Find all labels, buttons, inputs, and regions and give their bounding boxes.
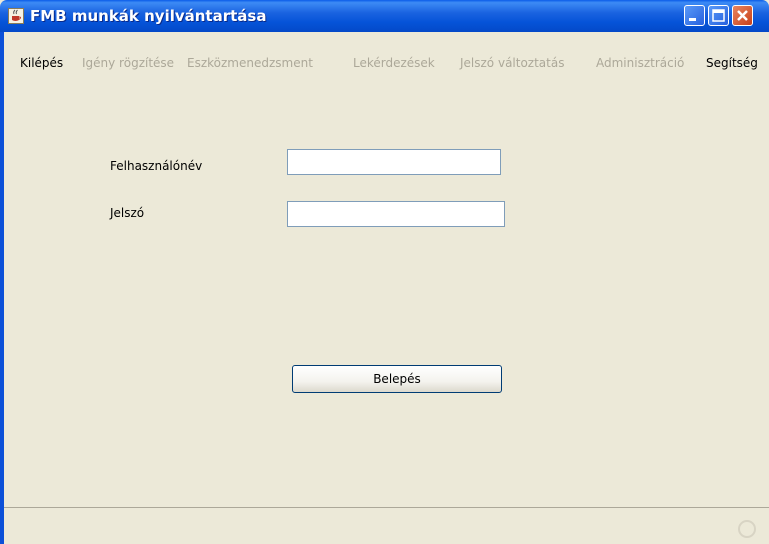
- status-bar: [4, 507, 769, 544]
- menu-igeny-rogzitese[interactable]: Igény rögzítése: [82, 56, 174, 70]
- menu-lekerdezesek[interactable]: Lekérdezések: [353, 56, 435, 70]
- close-button[interactable]: [732, 5, 753, 26]
- password-label: Jelszó: [110, 206, 145, 220]
- username-label: Felhasználónév: [110, 159, 203, 173]
- login-button[interactable]: Belepés: [292, 365, 502, 393]
- app-window: FMB munkák nyilvántartása Kilépés Igény …: [0, 0, 769, 544]
- username-field[interactable]: [287, 149, 501, 175]
- title-bar[interactable]: FMB munkák nyilvántartása: [0, 0, 769, 32]
- menu-eszkozmenedzsment[interactable]: Eszközmenedzsment: [187, 56, 313, 70]
- menu-bar: Kilépés Igény rögzítése Eszközmenedzsmen…: [4, 52, 769, 74]
- password-field[interactable]: [287, 201, 505, 227]
- menu-jelszo-valtoztatas[interactable]: Jelszó változtatás: [460, 56, 564, 70]
- maximize-button[interactable]: [708, 5, 729, 26]
- menu-kilepes[interactable]: Kilépés: [20, 56, 63, 70]
- busy-indicator-icon: [738, 520, 756, 538]
- window-title: FMB munkák nyilvántartása: [30, 7, 267, 25]
- close-icon: [737, 10, 748, 21]
- maximize-icon: [712, 9, 725, 22]
- menu-segitseg[interactable]: Segítség: [706, 56, 758, 70]
- java-cup-icon: [8, 8, 24, 24]
- window-border: [0, 32, 4, 544]
- minimize-icon: [689, 18, 696, 21]
- menu-adminisztracio[interactable]: Adminisztráció: [596, 56, 684, 70]
- minimize-button[interactable]: [684, 5, 705, 26]
